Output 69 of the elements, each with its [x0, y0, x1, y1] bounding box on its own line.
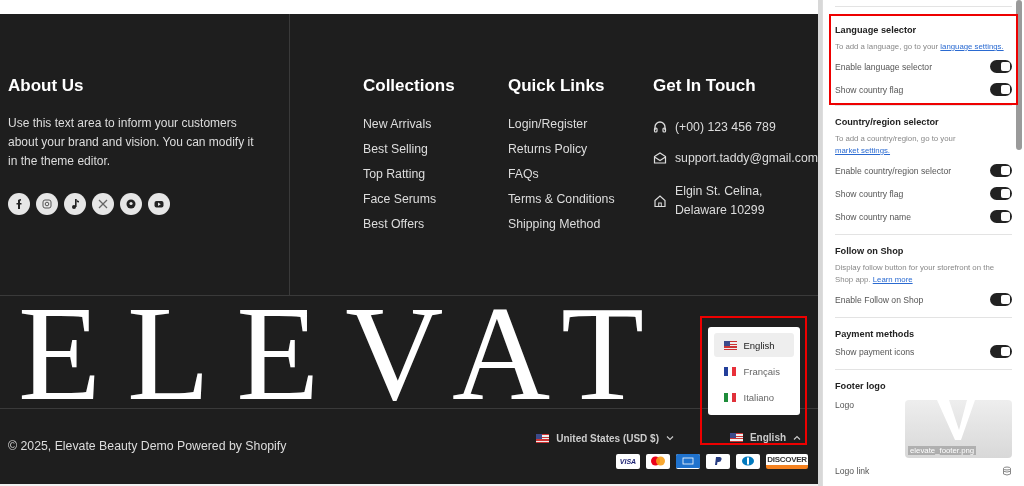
footer-link[interactable]: Face Serums	[363, 192, 437, 207]
footer-link[interactable]: New Arrivals	[363, 117, 432, 132]
footer-link[interactable]: Best Selling	[363, 142, 428, 157]
toggle-switch[interactable]	[990, 187, 1012, 200]
flag-icon	[729, 433, 743, 442]
toggle-switch[interactable]	[990, 345, 1012, 358]
toggle-switch[interactable]	[990, 83, 1012, 96]
section-heading: Payment methods	[835, 328, 916, 340]
footer-link[interactable]: Shipping Method	[507, 217, 601, 232]
language-option[interactable]: Français	[713, 359, 794, 383]
flag-icon	[536, 433, 550, 443]
x-icon[interactable]	[92, 193, 114, 215]
toggle-switch[interactable]	[990, 164, 1012, 177]
section-heading: Country/region selector	[835, 116, 940, 128]
setting-label: Show country name	[835, 211, 911, 222]
about-text: Use this text area to inform your customers about your brand and vision. You can modify it in the theme editor.	[8, 115, 255, 170]
facebook-icon[interactable]	[8, 193, 30, 215]
section-heading: Language selector	[835, 24, 918, 36]
footer-link[interactable]: Returns Policy	[507, 142, 588, 157]
tiktok-icon[interactable]	[64, 193, 86, 215]
section-heading: Follow on Shop	[835, 245, 905, 257]
footer-link[interactable]: Best Offers	[363, 217, 425, 232]
headset-icon	[652, 120, 667, 134]
language-option[interactable]: English	[713, 333, 794, 357]
contact-text: support.taddy@gmail.com	[674, 151, 818, 165]
chevron-up-icon	[793, 433, 802, 442]
flag-icon	[723, 340, 737, 350]
column-heading: Collections	[363, 76, 455, 96]
setting-label: Enable country/region selector	[835, 165, 952, 176]
setting-label: Show country flag	[835, 188, 904, 199]
footer-link[interactable]: Login/Register	[507, 117, 588, 132]
logo-text: ELEVAT	[18, 299, 671, 408]
footer-link[interactable]: FAQs	[507, 167, 539, 182]
setting-label: Show country flag	[835, 84, 904, 95]
language-option[interactable]: Italiano	[713, 385, 794, 409]
language-selector[interactable]: English	[729, 432, 802, 443]
copyright-text: © 2025, Elevate Beauty Demo Powered by Shopify	[8, 438, 287, 453]
youtube-icon[interactable]	[148, 193, 170, 215]
scrollbar[interactable]	[1016, 0, 1022, 150]
toggle-switch[interactable]	[990, 60, 1012, 73]
footer-link[interactable]: Terms & Conditions	[507, 192, 615, 207]
instagram-icon[interactable]	[36, 193, 58, 215]
toggle-switch[interactable]	[990, 210, 1012, 223]
envelope-icon	[652, 151, 667, 165]
discover-card-icon: DISCOVER	[766, 453, 808, 469]
column-heading: Get In Touch	[652, 76, 757, 96]
database-icon[interactable]	[1002, 466, 1012, 476]
contact-text: (+00) 123 456 789	[674, 120, 776, 134]
flag-icon	[723, 366, 737, 376]
setting-label: Enable Follow on Shop	[835, 294, 924, 305]
setting-label: Enable language selector	[835, 61, 932, 72]
diners-card-icon	[736, 453, 760, 469]
house-icon	[652, 194, 667, 208]
toggle-switch[interactable]	[990, 293, 1012, 306]
pinterest-icon[interactable]	[120, 193, 142, 215]
footer-link[interactable]: Top Ratting	[363, 167, 426, 182]
amex-card-icon	[676, 453, 700, 469]
mastercard-card-icon	[646, 453, 670, 469]
contact-text: Elgin St. Celina, Delaware 10299	[674, 183, 766, 219]
section-heading: Footer logo	[835, 380, 887, 392]
column-heading: About Us	[8, 76, 85, 96]
paypal-card-icon	[706, 453, 730, 469]
setting-label: Logo	[835, 400, 855, 410]
column-heading: Quick Links	[507, 76, 605, 96]
setting-label: Logo link	[835, 466, 870, 476]
country-selector[interactable]: United States (USD $)	[536, 432, 674, 444]
setting-label: Show payment icons	[835, 346, 915, 357]
chevron-down-icon	[666, 434, 674, 442]
flag-icon	[723, 392, 737, 402]
